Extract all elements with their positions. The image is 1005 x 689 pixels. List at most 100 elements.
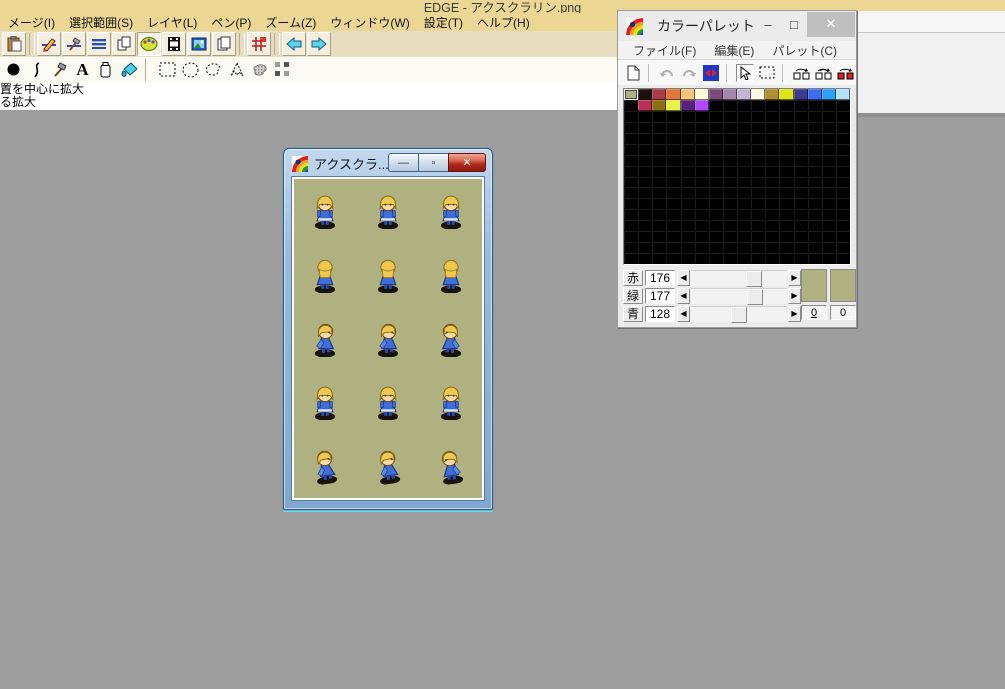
palette-cell-36[interactable] [680,110,695,122]
palette-cell-45[interactable] [807,110,822,122]
palette-cell-129[interactable] [638,176,653,188]
prev-frame-button[interactable] [282,32,306,56]
palette-cell-121[interactable] [751,165,766,177]
palette-cell-63[interactable] [835,121,850,133]
palette-cell-109[interactable] [807,154,822,166]
palette-cell-156[interactable] [793,187,808,199]
palette-cell-241[interactable] [638,253,653,264]
palette-cell-96[interactable] [624,154,639,166]
palette-cell-83[interactable] [666,143,681,155]
palette-cell-214[interactable] [708,231,723,243]
palette-cell-114[interactable] [652,165,667,177]
blue-slider-track[interactable] [691,305,787,323]
maximize-button[interactable]: □ [781,17,807,32]
palette-cell-35[interactable] [666,110,681,122]
palette-cell-50[interactable] [652,121,667,133]
palette-cell-212[interactable] [680,231,695,243]
palette-cell-122[interactable] [765,165,780,177]
palette-menu-item-2[interactable]: パレット(C) [763,42,846,59]
palette-cell-170[interactable] [765,198,780,210]
palette-cell-11[interactable] [779,89,794,100]
dot-pen-tool[interactable] [5,61,22,78]
palette-cell-116[interactable] [680,165,695,177]
palette-cell-213[interactable] [694,231,709,243]
palette-cell-185[interactable] [751,209,766,221]
palette-cell-17[interactable] [638,99,653,111]
palette-cell-193[interactable] [638,220,653,232]
palette-cell-49[interactable] [638,121,653,133]
palette-cell-143[interactable] [835,176,850,188]
palette-cell-203[interactable] [779,220,794,232]
copy-palette-button[interactable] [792,64,810,82]
curve-tool[interactable] [28,61,45,78]
palette-cell-106[interactable] [765,154,780,166]
palette-cell-132[interactable] [680,176,695,188]
palette-cell-112[interactable] [624,165,639,177]
palette-cell-90[interactable] [765,143,780,155]
palette-cell-69[interactable] [694,132,709,144]
paste-button[interactable] [2,32,26,56]
palette-cell-133[interactable] [694,176,709,188]
menu-item-7[interactable]: ヘルプ(H) [470,13,537,32]
red-slider-thumb[interactable] [746,270,762,287]
palette-cell-135[interactable] [722,176,737,188]
palette-cell-231[interactable] [722,242,737,254]
palette-cell-218[interactable] [765,231,780,243]
palette-cell-29[interactable] [807,99,822,111]
palette-cell-23[interactable] [722,99,737,111]
palette-cell-221[interactable] [807,231,822,243]
palette-cell-34[interactable] [652,110,667,122]
palette-cell-22[interactable] [708,99,723,111]
palette-cell-175[interactable] [835,198,850,210]
palette-cell-94[interactable] [821,143,836,155]
palette-cell-65[interactable] [638,132,653,144]
palette-cell-15[interactable] [835,89,850,100]
palette-cell-245[interactable] [694,253,709,264]
palette-cell-91[interactable] [779,143,794,155]
palette-cell-18[interactable] [652,99,667,111]
palette-cell-150[interactable] [708,187,723,199]
palette-cell-199[interactable] [722,220,737,232]
menu-item-3[interactable]: ペン(P) [204,13,258,32]
polygon-select-tool[interactable] [228,61,245,78]
palette-cell-124[interactable] [793,165,808,177]
palette-cell-179[interactable] [666,209,681,221]
image-view-button[interactable] [187,32,211,56]
palette-cell-173[interactable] [807,198,822,210]
palette-cell-157[interactable] [807,187,822,199]
palette-cell-188[interactable] [793,209,808,221]
palette-cell-5[interactable] [694,89,709,100]
palette-cell-146[interactable] [652,187,667,199]
palette-cell-131[interactable] [666,176,681,188]
palette-cell-60[interactable] [793,121,808,133]
palette-cell-88[interactable] [737,143,752,155]
palette-cell-0[interactable] [624,89,639,100]
filmstrip-button[interactable] [162,32,186,56]
palette-cell-254[interactable] [821,253,836,264]
green-increment-button[interactable]: ▶ [788,287,801,304]
palette-cell-242[interactable] [652,253,667,264]
sprite-canvas[interactable] [294,179,482,498]
palette-cell-67[interactable] [666,132,681,144]
palette-cell-125[interactable] [807,165,822,177]
palette-cell-176[interactable] [624,209,639,221]
palette-cell-41[interactable] [751,110,766,122]
palette-cell-16[interactable] [624,99,639,111]
palette-cell-127[interactable] [835,165,850,177]
redo-button[interactable] [680,64,698,82]
text-tool[interactable]: A [74,61,91,78]
palette-cell-164[interactable] [680,198,695,210]
palette-cell-31[interactable] [835,99,850,111]
palette-cell-6[interactable] [708,89,723,100]
palette-cell-68[interactable] [680,132,695,144]
palette-cell-148[interactable] [680,187,695,199]
palette-cell-177[interactable] [638,209,653,221]
magic-wand-tool[interactable] [251,61,268,78]
palette-cell-37[interactable] [694,110,709,122]
palette-cell-235[interactable] [779,242,794,254]
palette-cell-217[interactable] [751,231,766,243]
palette-cell-115[interactable] [666,165,681,177]
palette-cell-252[interactable] [793,253,808,264]
palette-cell-113[interactable] [638,165,653,177]
palette-cell-219[interactable] [779,231,794,243]
